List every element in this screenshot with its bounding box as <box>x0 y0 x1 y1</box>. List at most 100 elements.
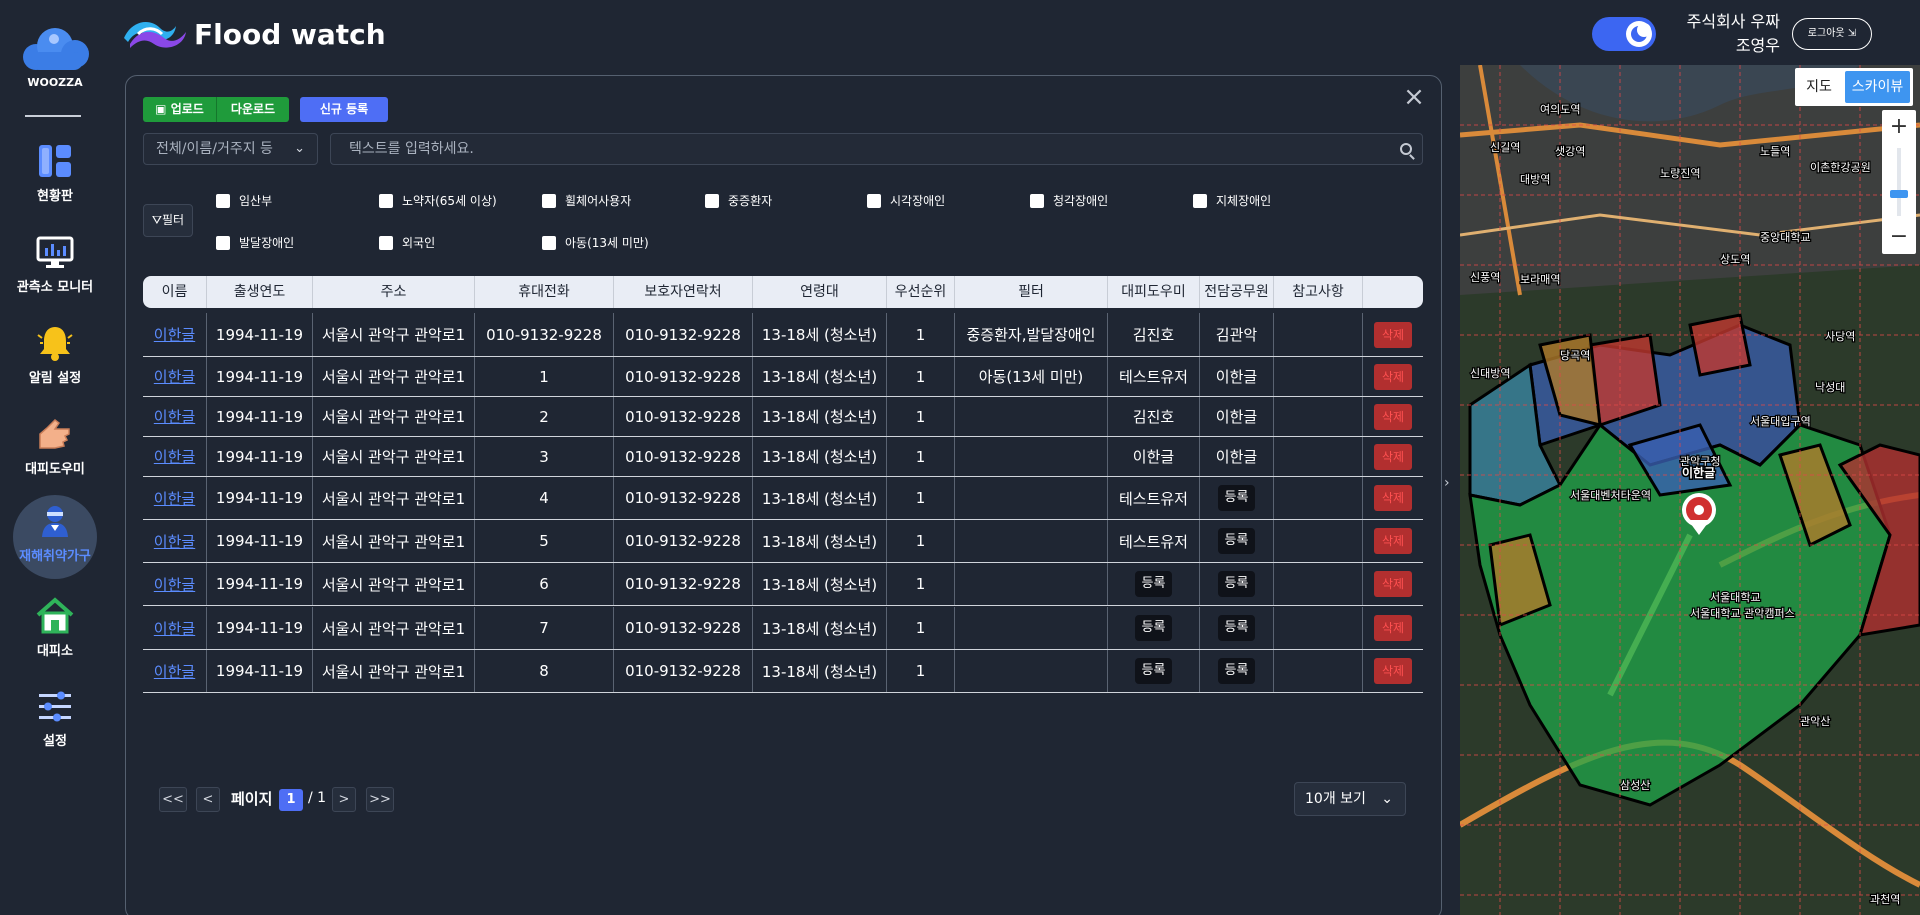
register-button[interactable]: 등록 <box>1134 571 1173 597</box>
checkbox[interactable] <box>1030 193 1044 208</box>
checkbox[interactable] <box>867 193 881 208</box>
close-icon[interactable]: × <box>1402 84 1426 110</box>
sidebar-item-vulnerable[interactable]: 재해취약가구 <box>13 495 97 579</box>
map-type-road[interactable]: 지도 <box>1795 68 1843 106</box>
checkbox[interactable] <box>542 235 556 250</box>
checkbox[interactable] <box>216 235 230 250</box>
filter-button[interactable]: ⛛필터 <box>143 204 193 237</box>
register-button[interactable]: 등록 <box>1217 528 1256 554</box>
sidebar-item-settings[interactable]: 설정 <box>13 680 97 764</box>
logout-button[interactable]: 로그아웃 ⇲ <box>1792 18 1872 50</box>
marker-label: 이한글 <box>1682 465 1715 480</box>
map-view[interactable]: 여의도역 신길역 샛강역 노량진역 대방역 노들역 이촌한강공원 중앙대학교 상… <box>1460 65 1920 915</box>
filter-checkbox[interactable]: 청각장애인 <box>1030 192 1108 209</box>
register-button[interactable]: 등록 <box>1217 571 1256 597</box>
delete-button[interactable]: 삭제 <box>1374 528 1412 554</box>
zoom-slider[interactable] <box>1897 148 1901 216</box>
register-button[interactable]: 등록 <box>1217 658 1256 684</box>
cell-name[interactable]: 이한글 <box>143 650 207 692</box>
sidebar-item-dashboard[interactable]: 현황판 <box>13 135 97 219</box>
delete-button[interactable]: 삭제 <box>1374 571 1412 597</box>
dark-mode-toggle[interactable] <box>1592 17 1656 51</box>
cell-name[interactable]: 이한글 <box>143 313 207 356</box>
checkbox[interactable] <box>1193 193 1207 208</box>
filter-checkbox[interactable]: 중증환자 <box>705 192 772 209</box>
delete-button[interactable]: 삭제 <box>1374 485 1412 511</box>
cell-name[interactable]: 이한글 <box>143 477 207 519</box>
register-button[interactable]: 등록 <box>1217 485 1256 511</box>
cell-address: 서울시 관악구 관악로1 <box>313 477 475 519</box>
filter-checkbox[interactable]: 지체장애인 <box>1193 192 1271 209</box>
sidebar-item-shelter[interactable]: 대피소 <box>13 590 97 674</box>
cell-action: 삭제 <box>1363 357 1423 396</box>
page-size-select[interactable]: 10개 보기 ⌄ <box>1294 782 1406 816</box>
next-page-button[interactable]: > <box>332 787 356 812</box>
excel-icon: ▣ <box>155 102 167 116</box>
sidebar-item-alarm[interactable]: 알림 설정 <box>13 317 97 401</box>
bell-icon <box>35 323 75 363</box>
cell-filter <box>955 477 1108 519</box>
chevron-right-icon[interactable]: › <box>1444 475 1450 491</box>
delete-button[interactable]: 삭제 <box>1374 615 1412 641</box>
delete-button[interactable]: 삭제 <box>1374 403 1412 430</box>
cell-birth: 1994-11-19 <box>207 437 313 476</box>
search-icon[interactable] <box>1400 143 1412 155</box>
first-page-button[interactable]: << <box>159 787 187 812</box>
cell-priority: 1 <box>887 650 955 692</box>
column-header: 휴대전화 <box>475 276 614 308</box>
delete-button[interactable]: 삭제 <box>1374 658 1412 684</box>
cell-action: 삭제 <box>1363 607 1423 649</box>
search-input[interactable]: 텍스트를 입력하세요. <box>330 133 1423 165</box>
filter-checkbox[interactable]: 휠체어사용자 <box>542 192 631 209</box>
last-page-button[interactable]: >> <box>366 787 394 812</box>
cell-note <box>1274 520 1363 562</box>
new-register-button[interactable]: 신규 등록 <box>300 97 388 122</box>
cell-name[interactable]: 이한글 <box>143 607 207 649</box>
delete-button[interactable]: 삭제 <box>1374 443 1412 470</box>
column-header: 전담공무원 <box>1200 276 1274 308</box>
checkbox[interactable] <box>379 193 393 208</box>
zoom-in-button[interactable]: + <box>1882 110 1916 144</box>
filter-checkbox[interactable]: 임산부 <box>216 192 272 209</box>
cell-filter <box>955 520 1108 562</box>
cell-birth: 1994-11-19 <box>207 313 313 356</box>
cell-name[interactable]: 이한글 <box>143 397 207 436</box>
sidebar-item-evac-helper[interactable]: 대피도우미 <box>13 408 97 492</box>
cell-name[interactable]: 이한글 <box>143 520 207 562</box>
cell-priority: 1 <box>887 563 955 605</box>
filter-checkbox[interactable]: 아동(13세 미만) <box>542 234 649 251</box>
register-button[interactable]: 등록 <box>1134 658 1173 684</box>
register-button[interactable]: 등록 <box>1134 615 1173 641</box>
delete-button[interactable]: 삭제 <box>1374 363 1412 390</box>
satellite-map[interactable]: 여의도역 신길역 샛강역 노량진역 대방역 노들역 이촌한강공원 중앙대학교 상… <box>1460 65 1920 915</box>
download-button[interactable]: 다운로드 <box>216 97 289 122</box>
cell-name[interactable]: 이한글 <box>143 357 207 396</box>
zoom-out-button[interactable]: − <box>1882 220 1916 254</box>
brand-logo[interactable]: WOOZZA <box>18 24 92 89</box>
checkbox[interactable] <box>705 193 719 208</box>
checkbox[interactable] <box>379 235 393 250</box>
current-page[interactable]: 1 <box>279 789 303 811</box>
search-scope-select[interactable]: 전체/이름/거주지 등 ⌄ <box>143 133 318 165</box>
zoom-slider-handle[interactable] <box>1890 190 1908 198</box>
total-pages: / 1 <box>308 790 327 806</box>
cell-name[interactable]: 이한글 <box>143 563 207 605</box>
table-row: 이한글 1994-11-19 서울시 관악구 관악로1 4 010-9132-9228 1… <box>143 477 1423 520</box>
register-button[interactable]: 등록 <box>1217 615 1256 641</box>
filter-checkbox[interactable]: 노약자(65세 이상) <box>379 192 497 209</box>
upload-button[interactable]: ▣ 업로드 <box>143 97 216 122</box>
filter-checkbox[interactable]: 시각장애인 <box>867 192 945 209</box>
cell-address: 서울시 관악구 관악로1 <box>313 397 475 436</box>
checkbox[interactable] <box>216 193 230 208</box>
map-type-switch: 지도 스카이뷰 <box>1795 68 1913 106</box>
sidebar-item-monitor[interactable]: 관측소 모니터 <box>13 226 97 310</box>
map-type-skyview[interactable]: 스카이뷰 <box>1845 71 1910 103</box>
filter-checkbox[interactable]: 발달장애인 <box>216 234 294 251</box>
prev-page-button[interactable]: < <box>196 787 220 812</box>
cell-age: 13-18세 (청소년) <box>753 437 887 476</box>
brand-name: WOOZZA <box>27 76 83 89</box>
filter-checkbox[interactable]: 외국인 <box>379 234 435 251</box>
checkbox[interactable] <box>542 193 556 208</box>
delete-button[interactable]: 삭제 <box>1374 321 1412 348</box>
cell-name[interactable]: 이한글 <box>143 437 207 476</box>
